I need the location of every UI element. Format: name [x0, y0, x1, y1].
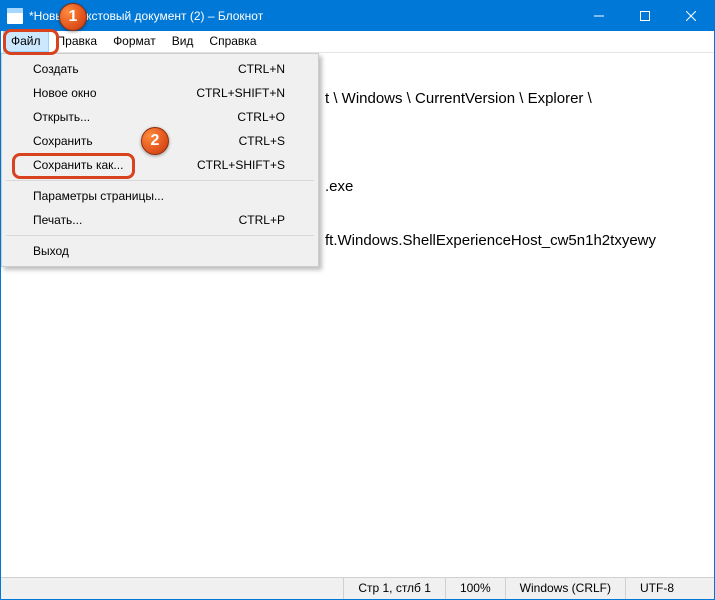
- menu-item-exit[interactable]: Выход: [5, 239, 315, 263]
- menu-item-new-window[interactable]: Новое окно CTRL+SHIFT+N: [5, 81, 315, 105]
- menubar: Файл Правка Формат Вид Справка: [1, 31, 714, 53]
- menu-help[interactable]: Справка: [201, 31, 264, 52]
- status-position: Стр 1, стлб 1: [344, 578, 446, 599]
- menu-item-new[interactable]: Создать CTRL+N: [5, 57, 315, 81]
- menu-edit[interactable]: Правка: [49, 31, 106, 52]
- status-zoom: 100%: [446, 578, 506, 599]
- close-icon: [686, 11, 696, 21]
- menu-item-shortcut: CTRL+SHIFT+N: [196, 86, 285, 100]
- menu-item-shortcut: CTRL+P: [239, 213, 285, 227]
- menu-view[interactable]: Вид: [164, 31, 202, 52]
- notepad-icon: [7, 8, 23, 24]
- file-menu-dropdown: Создать CTRL+N Новое окно CTRL+SHIFT+N О…: [1, 53, 319, 267]
- maximize-button[interactable]: [622, 1, 668, 31]
- menu-item-label: Открыть...: [33, 110, 237, 124]
- minimize-icon: [594, 11, 604, 21]
- close-button[interactable]: [668, 1, 714, 31]
- menu-item-shortcut: CTRL+S: [239, 134, 285, 148]
- menu-item-shortcut: CTRL+O: [237, 110, 285, 124]
- titlebar[interactable]: *Новый текстовый документ (2) – Блокнот: [1, 1, 714, 31]
- menu-file[interactable]: Файл: [3, 31, 49, 52]
- menu-item-label: Сохранить как...: [33, 158, 197, 172]
- menu-item-shortcut: CTRL+N: [238, 62, 285, 76]
- menu-item-label: Выход: [33, 244, 285, 258]
- window-title: *Новый текстовый документ (2) – Блокнот: [29, 9, 576, 23]
- maximize-icon: [640, 11, 650, 21]
- menu-item-label: Новое окно: [33, 86, 196, 100]
- annotation-badge-2: 2: [141, 127, 169, 155]
- menu-separator: [6, 180, 314, 181]
- notepad-window: *Новый текстовый документ (2) – Блокнот …: [0, 0, 715, 600]
- menu-format[interactable]: Формат: [105, 31, 164, 52]
- status-encoding: UTF-8: [626, 578, 714, 599]
- menu-item-page-setup[interactable]: Параметры страницы...: [5, 184, 315, 208]
- annotation-badge-1: 1: [59, 3, 87, 31]
- menu-separator: [6, 235, 314, 236]
- statusbar: Стр 1, стлб 1 100% Windows (CRLF) UTF-8: [1, 577, 714, 599]
- menu-item-save-as[interactable]: Сохранить как... CTRL+SHIFT+S: [5, 153, 315, 177]
- menu-item-shortcut: CTRL+SHIFT+S: [197, 158, 285, 172]
- statusbar-spacer: [1, 578, 344, 599]
- menu-item-label: Создать: [33, 62, 238, 76]
- menu-item-open[interactable]: Открыть... CTRL+O: [5, 105, 315, 129]
- menu-item-print[interactable]: Печать... CTRL+P: [5, 208, 315, 232]
- status-eol: Windows (CRLF): [506, 578, 626, 599]
- menu-item-label: Параметры страницы...: [33, 189, 285, 203]
- menu-item-label: Сохранить: [33, 134, 239, 148]
- minimize-button[interactable]: [576, 1, 622, 31]
- menu-item-label: Печать...: [33, 213, 239, 227]
